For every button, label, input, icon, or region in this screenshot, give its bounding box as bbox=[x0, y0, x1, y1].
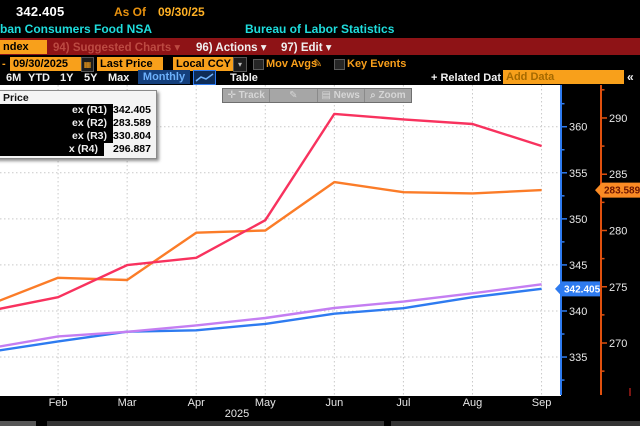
range-button-5y[interactable]: 5Y bbox=[84, 72, 97, 84]
related-data-label[interactable]: + Related Dat bbox=[431, 72, 501, 84]
line-chart-icon[interactable] bbox=[193, 70, 216, 85]
chart-toolbar: ✛ Track✎ Annotate▤ News⌕ Zoom bbox=[222, 88, 412, 103]
x-axis-label-feb: Feb bbox=[49, 397, 68, 409]
x-axis-label-aug: Aug bbox=[463, 397, 483, 409]
x-axis-label-may: May bbox=[255, 397, 276, 409]
chevron-down-icon[interactable]: ▾ bbox=[233, 57, 247, 72]
dash-control: - bbox=[2, 58, 6, 70]
legend-series-value-R4: 296.887 bbox=[113, 143, 151, 156]
track-button[interactable]: ✛ Track bbox=[223, 89, 269, 102]
outer-axis-label-285: 285 bbox=[609, 169, 627, 181]
x-axis-label-jul: Jul bbox=[396, 397, 410, 409]
bottom-strip-left bbox=[0, 421, 36, 426]
bloomberg-terminal-screen: 342.405 As Of 09/30/25 ban Consumers Foo… bbox=[0, 0, 640, 426]
x-axis-label-mar: Mar bbox=[118, 397, 137, 409]
range-button-max[interactable]: Max bbox=[108, 72, 129, 84]
menu-item-2[interactable]: 96) Actions ▾ bbox=[196, 40, 267, 54]
annotate-button[interactable]: ✎ Annotate bbox=[269, 89, 316, 102]
inner-axis-label-355: 355 bbox=[569, 168, 587, 180]
pencil-icon[interactable]: ✎ bbox=[313, 57, 322, 70]
legend-row-R1[interactable]: ex (R1)342.405 bbox=[0, 104, 156, 117]
legend-series-value-R3: 330.804 bbox=[113, 130, 151, 143]
menu-item-3[interactable]: 97) Edit ▾ bbox=[281, 40, 332, 54]
zoom-button[interactable]: ⌕ Zoom bbox=[364, 89, 411, 102]
header-asof-date: 09/30/25 bbox=[158, 5, 205, 19]
bottom-strip-mid bbox=[47, 421, 384, 426]
inner-axis-label-340: 340 bbox=[569, 306, 587, 318]
key-events-label[interactable]: Key Events bbox=[347, 58, 406, 70]
outer-axis-label-290: 290 bbox=[609, 113, 627, 125]
add-data-input[interactable]: Add Data bbox=[503, 70, 624, 84]
legend-series-name-R1: ex (R1) bbox=[0, 104, 113, 117]
legend-row-R2[interactable]: ex (R2)283.589 bbox=[0, 117, 156, 130]
x-axis-label-jun: Jun bbox=[325, 397, 343, 409]
menu-item-1[interactable]: 94) Suggested Charts ▾ bbox=[53, 40, 180, 54]
currency-field[interactable]: Local CCY bbox=[173, 57, 234, 71]
legend-series-name-R3: ex (R3) bbox=[0, 130, 113, 143]
range-button-1y[interactable]: 1Y bbox=[60, 72, 73, 84]
legend-series-value-R2: 283.589 bbox=[113, 117, 151, 130]
outer-axis-badge-value: 283.589 bbox=[604, 186, 640, 197]
data-source: Bureau of Labor Statistics bbox=[245, 22, 394, 36]
legend-series-name-R2: ex (R2) bbox=[0, 117, 113, 130]
legend-title: Price bbox=[3, 92, 156, 104]
legend-row-R4[interactable]: x (R4) 296.887 bbox=[0, 143, 156, 156]
table-button[interactable]: Table bbox=[230, 72, 258, 84]
header-asof-label: As Of bbox=[114, 5, 146, 19]
security-name: ban Consumers Food NSA bbox=[0, 22, 152, 36]
key-events-checkbox[interactable] bbox=[334, 59, 345, 70]
range-button-ytd[interactable]: YTD bbox=[28, 72, 50, 84]
outer-axis-label-275: 275 bbox=[609, 282, 627, 294]
outer-axis-label-270: 270 bbox=[609, 338, 627, 350]
chart-legend: Price ex (R1)342.405ex (R2)283.589ex (R3… bbox=[0, 90, 157, 159]
mov-avgs-label[interactable]: Mov Avgs bbox=[266, 58, 317, 70]
legend-series-value-R1: 342.405 bbox=[113, 104, 151, 117]
news-button[interactable]: ▤ News bbox=[317, 89, 364, 102]
range-button-6m[interactable]: 6M bbox=[6, 72, 21, 84]
inner-axis-badge-value: 342.405 bbox=[564, 284, 601, 295]
period-select[interactable]: Monthly ▼ bbox=[138, 70, 190, 84]
header-last-value: 342.405 bbox=[16, 4, 64, 19]
price-type-field[interactable]: Last Price bbox=[97, 57, 163, 71]
x-axis-label-sep: Sep bbox=[532, 397, 552, 409]
index-chip[interactable]: ndex bbox=[0, 40, 47, 54]
x-axis-label-apr: Apr bbox=[188, 397, 205, 409]
legend-row-R3[interactable]: ex (R3)330.804 bbox=[0, 130, 156, 143]
date-field[interactable]: 09/30/2025 bbox=[10, 57, 82, 71]
bottom-strip-right bbox=[391, 421, 640, 426]
inner-axis-label-335: 335 bbox=[569, 352, 587, 364]
menu-bar: ndex 94) Suggested Charts ▾ 96) Actions ▾… bbox=[0, 38, 640, 55]
legend-series-name-R4: x (R4) bbox=[0, 143, 104, 156]
inner-axis-label-360: 360 bbox=[569, 122, 587, 134]
outer-axis-label-280: 280 bbox=[609, 225, 627, 237]
x-axis-year-label: 2025 bbox=[225, 408, 249, 420]
inner-axis-label-350: 350 bbox=[569, 214, 587, 226]
collapse-icon[interactable]: « bbox=[627, 70, 634, 84]
inner-axis-label-345: 345 bbox=[569, 260, 587, 272]
calendar-icon[interactable]: ▦ bbox=[81, 57, 94, 72]
mov-avgs-checkbox[interactable] bbox=[253, 59, 264, 70]
